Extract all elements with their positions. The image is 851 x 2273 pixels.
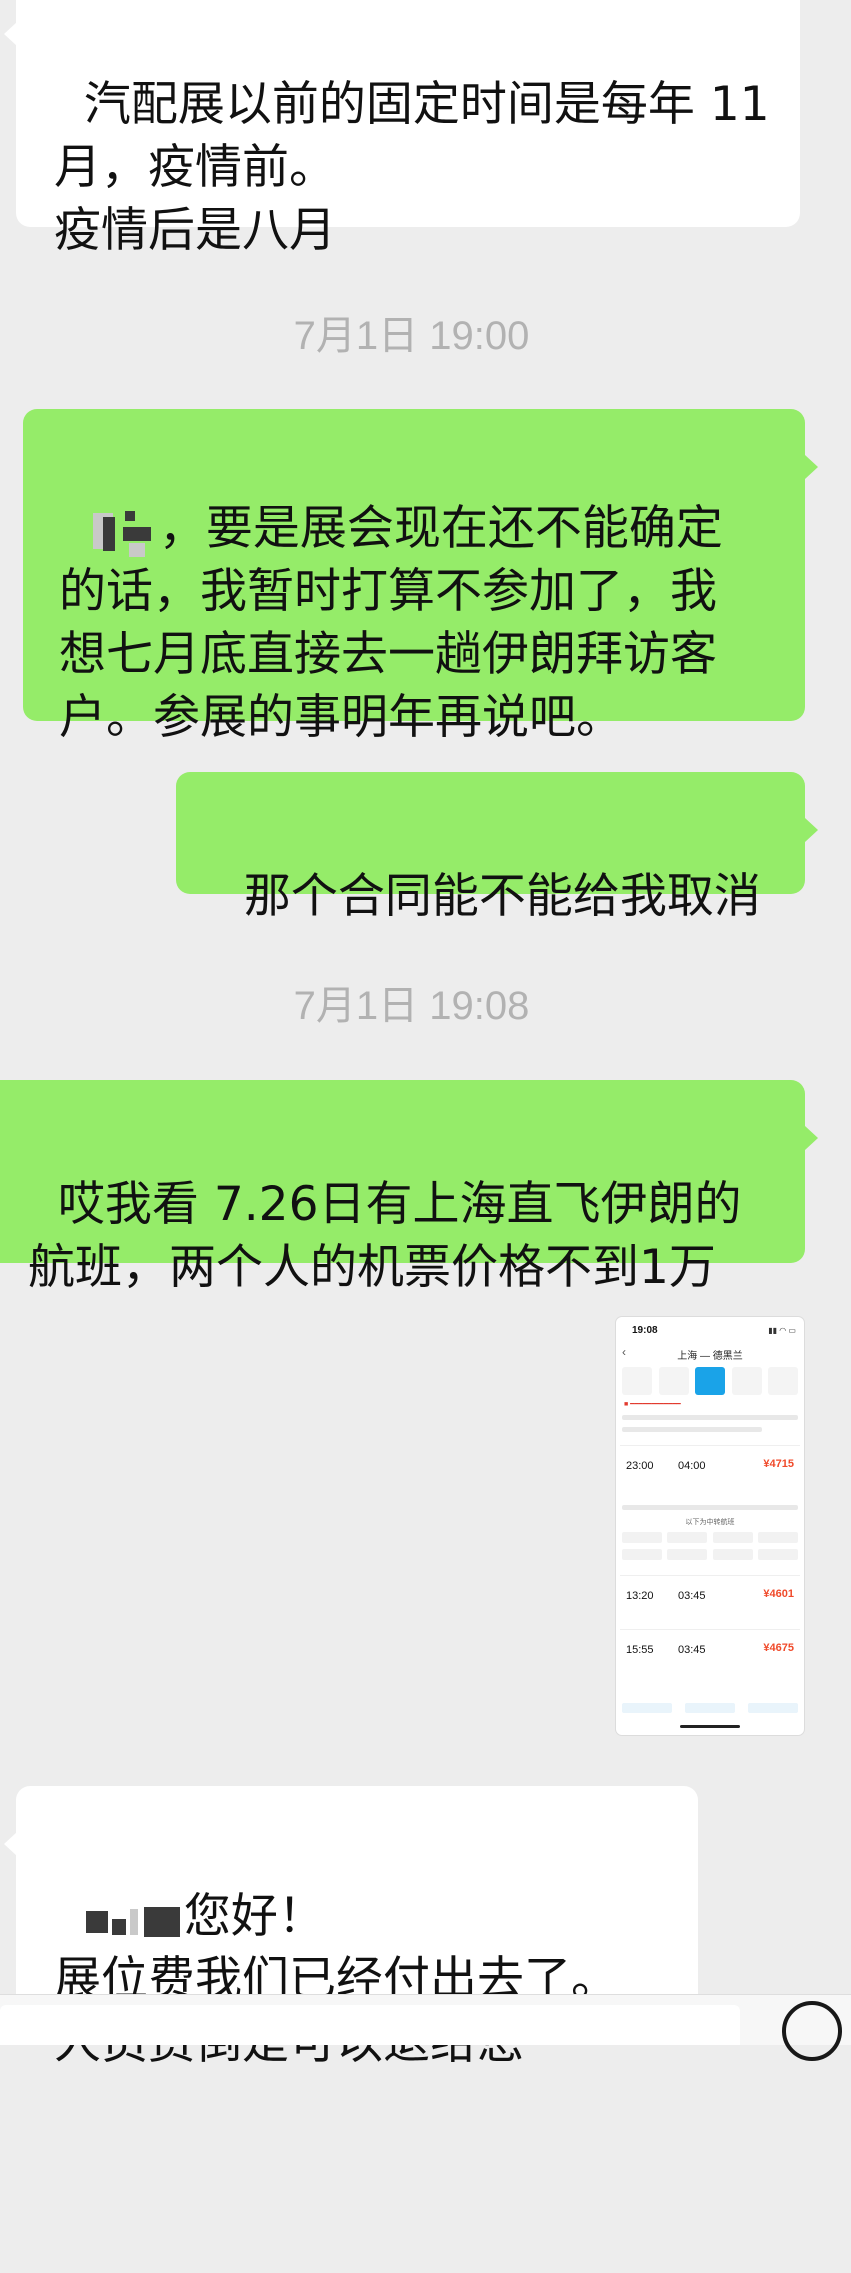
date-option: [658, 1367, 689, 1395]
info-bar: [622, 1505, 798, 1510]
redacted-name: [89, 507, 159, 557]
redacted-name: [84, 1895, 184, 1945]
chat-input-bar: [0, 1994, 851, 2061]
timestamp: 7月1日 19:08: [293, 984, 530, 1028]
flight-departure: 15:55: [626, 1644, 654, 1656]
flight-price: ¥4601: [763, 1588, 794, 1600]
flight-arrival: 03:45: [678, 1644, 706, 1656]
filter-chips: [622, 1549, 798, 1560]
message-bubble-incoming[interactable]: 汽配展以前的固定时间是每年 11 月，疫情前。 疫情后是八月: [16, 0, 800, 258]
message-bubble-outgoing[interactable]: ，要是展会现在还不能确定 的话，我暂时打算不参加了，我 想七月底直接去一趟伊朗拜…: [23, 409, 805, 745]
message-bubble-outgoing[interactable]: 哎我看 7.26日有上海直飞伊朗的 航班，两个人的机票价格不到1万: [0, 1080, 805, 1295]
voice-circle-icon[interactable]: [782, 2001, 842, 2061]
filter-chips: [622, 1532, 798, 1543]
flight-row: 13:20 03:45 ¥4601: [620, 1575, 800, 1622]
flight-row: 23:00 04:00 ¥4715: [620, 1445, 800, 1492]
date-strip: [622, 1367, 798, 1395]
filter-bar: [622, 1427, 762, 1432]
message-input[interactable]: [0, 2005, 740, 2045]
message-bubble-incoming[interactable]: 您好！ 展位费我们已经付出去了。 人员费倒是可以退给您: [16, 1786, 698, 2070]
message-text: 哎我看 7.26日有上海直飞伊朗的 航班，两个人的机票价格不到1万: [28, 1177, 742, 1295]
bubble-tail-icon: [4, 22, 17, 46]
bubble-tail-icon: [4, 1832, 17, 1856]
message-text: 那个合同能不能给我取消: [243, 869, 761, 924]
filter-bar: [622, 1415, 798, 1420]
flight-departure: 23:00: [626, 1460, 654, 1472]
home-indicator: [680, 1725, 740, 1728]
bubble-tail-icon: [805, 818, 818, 842]
date-option: [731, 1367, 762, 1395]
section-label: 以下为中转航班: [685, 1519, 735, 1526]
flight-departure: 13:20: [626, 1590, 654, 1602]
promo-banner-icon: ■ ━━━━━━━━━━━━: [624, 1401, 681, 1408]
timestamp: 7月1日 19:00: [293, 314, 530, 358]
date-option: [622, 1367, 652, 1395]
image-message-flight-screenshot[interactable]: 19:08 ▮▮ ◠ ▭ ‹ 上海 — 德黑兰 ■ ━━━━━━━━━━━━ 2…: [616, 1317, 804, 1735]
flight-arrival: 03:45: [678, 1590, 706, 1602]
bubble-tail-icon: [805, 1126, 818, 1150]
flight-price: ¥4675: [763, 1642, 794, 1654]
message-bubble-outgoing[interactable]: 那个合同能不能给我取消: [176, 772, 805, 924]
date-option-selected: [695, 1367, 725, 1395]
screenshot-status-time: 19:08: [632, 1325, 658, 1336]
bottom-actions: [622, 1703, 798, 1717]
signal-wifi-battery-icon: ▮▮ ◠ ▭: [768, 1326, 796, 1335]
screenshot-route: 上海 — 德黑兰: [677, 1351, 743, 1362]
bubble-tail-icon: [805, 455, 818, 479]
date-option: [768, 1367, 798, 1395]
flight-row: 15:55 03:45 ¥4675: [620, 1629, 800, 1676]
flight-arrival: 04:00: [678, 1460, 706, 1472]
flight-price: ¥4715: [763, 1458, 794, 1470]
message-text: 汽配展以前的固定时间是每年 11 月，疫情前。 疫情后是八月: [54, 77, 770, 258]
